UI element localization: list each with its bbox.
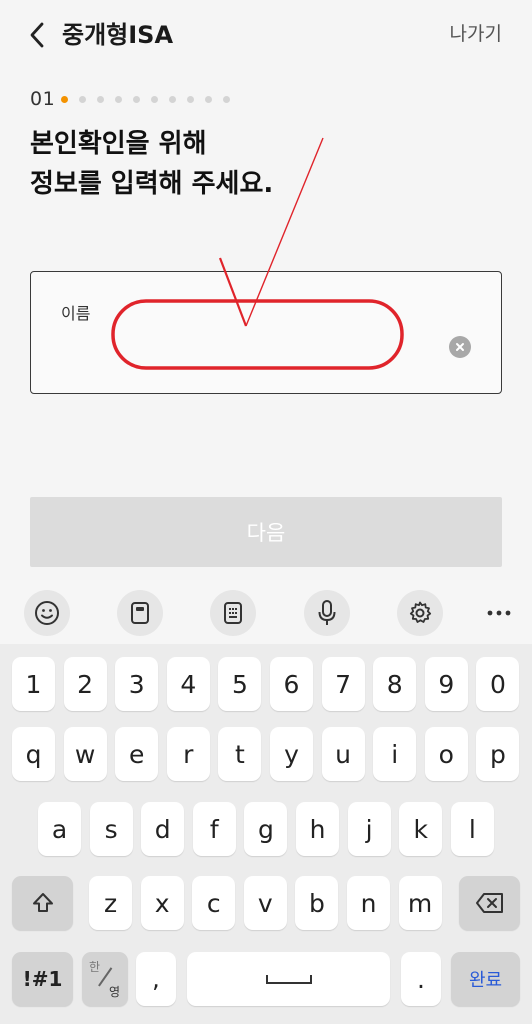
key-3[interactable]: 3 [115, 657, 159, 711]
progress-dot [133, 95, 141, 103]
clipboard-button[interactable] [117, 590, 163, 636]
key-p[interactable]: p [476, 727, 520, 781]
key-t[interactable]: t [218, 727, 262, 781]
symbols-key[interactable]: !#1 [12, 952, 73, 1006]
voice-input-button[interactable] [304, 590, 350, 636]
emoji-button[interactable] [24, 590, 70, 636]
page-title: 중개형ISA [62, 21, 174, 49]
done-key[interactable]: 완료 [451, 952, 520, 1006]
period-key[interactable]: . [401, 952, 441, 1006]
key-2[interactable]: 2 [63, 657, 107, 711]
language-switch-key[interactable]: 한 영 [82, 952, 128, 1006]
language-english-label: 영 [108, 985, 120, 999]
key-9[interactable]: 9 [424, 657, 468, 711]
progress-dot [187, 95, 195, 103]
key-f[interactable]: f [192, 802, 236, 856]
progress-dot [79, 95, 87, 103]
progress-dot [97, 95, 105, 103]
key-u[interactable]: u [321, 727, 365, 781]
key-7[interactable]: 7 [321, 657, 365, 711]
clear-input-button[interactable] [449, 336, 471, 358]
key-k[interactable]: k [399, 802, 443, 856]
key-e[interactable]: e [115, 727, 159, 781]
key-1[interactable]: 1 [12, 657, 55, 711]
key-g[interactable]: g [244, 802, 288, 856]
key-v[interactable]: v [243, 876, 287, 930]
clipboard-icon [131, 602, 149, 624]
progress-dot [115, 95, 123, 103]
backspace-key[interactable] [459, 876, 520, 930]
name-input[interactable] [131, 318, 431, 358]
key-8[interactable]: 8 [373, 657, 417, 711]
progress-dots [61, 95, 241, 103]
key-m[interactable]: m [398, 876, 442, 930]
name-field[interactable]: 이름 [30, 271, 502, 394]
close-icon [456, 343, 464, 351]
back-button[interactable] [22, 18, 52, 52]
key-y[interactable]: y [270, 727, 313, 781]
step-indicator: 01 [30, 86, 241, 112]
key-5[interactable]: 5 [218, 657, 262, 711]
microphone-icon [318, 600, 336, 625]
keyboard-settings-button[interactable] [397, 590, 443, 636]
shift-icon [32, 893, 53, 912]
virtual-keyboard: !#1 한 영 , . 완료 1234567890 qwertyuiop asdfg… [0, 580, 532, 1024]
key-z[interactable]: z [89, 876, 132, 930]
backspace-icon [475, 893, 503, 913]
language-korean-label: 한 [89, 960, 101, 974]
more-options-button[interactable] [476, 590, 522, 636]
key-q[interactable]: q [12, 727, 55, 781]
exit-button[interactable]: 나가기 [450, 20, 502, 48]
progress-dot [169, 95, 177, 103]
step-number: 01 [30, 88, 56, 110]
key-h[interactable]: h [296, 802, 339, 856]
keyboard-toolbar [0, 580, 532, 644]
shift-key[interactable] [12, 876, 73, 930]
app-header: 중개형ISA 나가기 [0, 0, 532, 70]
instruction-heading: 본인확인을 위해 정보를 입력해 주세요. [30, 124, 273, 204]
chevron-left-icon [30, 22, 44, 48]
key-d[interactable]: d [141, 802, 185, 856]
key-0[interactable]: 0 [476, 657, 520, 711]
emoji-icon [35, 601, 59, 625]
progress-dot [205, 95, 213, 103]
key-n[interactable]: n [347, 876, 390, 930]
keypad-icon [224, 602, 242, 624]
keyboard-keys: !#1 한 영 , . 완료 1234567890 qwertyuiop asdfg… [0, 644, 532, 1024]
heading-line-2: 정보를 입력해 주세요. [30, 169, 274, 199]
progress-dot-active [61, 95, 69, 103]
next-button[interactable]: 다음 [30, 497, 502, 567]
key-s[interactable]: s [89, 802, 133, 856]
progress-dot [151, 95, 159, 103]
progress-dot [223, 95, 231, 103]
comma-key[interactable]: , [136, 952, 176, 1006]
space-bar-icon [265, 975, 312, 984]
key-4[interactable]: 4 [166, 657, 210, 711]
key-c[interactable]: c [192, 876, 236, 930]
heading-line-1: 본인확인을 위해 [30, 129, 207, 159]
key-b[interactable]: b [295, 876, 339, 930]
key-a[interactable]: a [38, 802, 81, 856]
space-key[interactable] [187, 952, 390, 1006]
keypad-button[interactable] [210, 590, 256, 636]
settings-icon [409, 601, 432, 623]
key-w[interactable]: w [63, 727, 107, 781]
key-6[interactable]: 6 [270, 657, 313, 711]
key-j[interactable]: j [347, 802, 391, 856]
name-field-label: 이름 [61, 304, 91, 323]
key-l[interactable]: l [450, 802, 494, 856]
more-icon [487, 610, 511, 616]
key-r[interactable]: r [166, 727, 210, 781]
key-o[interactable]: o [424, 727, 468, 781]
key-x[interactable]: x [140, 876, 184, 930]
key-i[interactable]: i [373, 727, 417, 781]
